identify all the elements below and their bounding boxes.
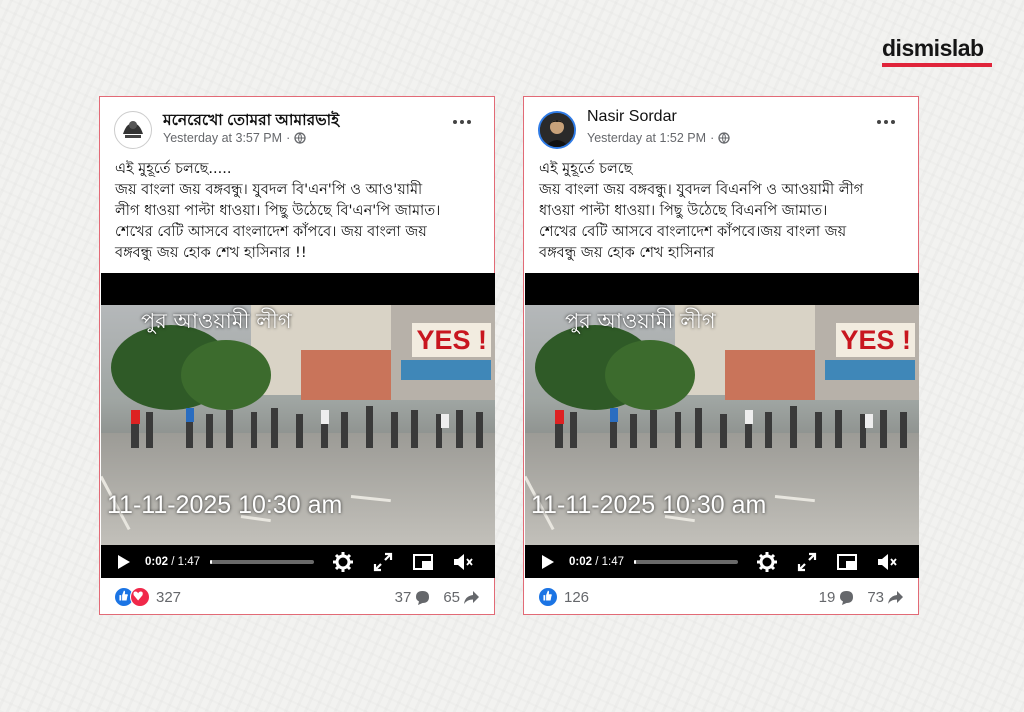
meta-separator: ·: [286, 131, 291, 145]
share-count: 65: [443, 588, 460, 606]
comment-count: 37: [394, 588, 412, 606]
reaction-count: 126: [564, 588, 590, 606]
post-text-line: এই মুহূর্তে চলছে.....: [115, 161, 232, 177]
avatar[interactable]: [114, 111, 152, 149]
video-progress-bar[interactable]: [210, 559, 315, 564]
comment-icon: [416, 590, 430, 605]
fullscreen-icon[interactable]: [796, 551, 818, 573]
muted-volume-icon[interactable]: [876, 551, 898, 573]
video-overlay-text: পুর আওয়ামী লীগ: [141, 309, 292, 333]
video-frame: পুর আওয়ামী লীগ YES ! 11-11-2025 10:30 a…: [525, 305, 919, 545]
like-reaction-icon: [538, 587, 558, 607]
post-meta: Yesterday at 3:57 PM ·: [163, 131, 306, 145]
video-time: 0:02 / 1:47: [145, 556, 200, 568]
play-icon[interactable]: [541, 554, 555, 570]
video-time: 0:02 / 1:47: [569, 556, 624, 568]
post-timestamp[interactable]: Yesterday at 3:57 PM: [163, 131, 282, 145]
facebook-post-card-1: মনেরেখো তোমরা আমারভাই Yesterday at 3:57 …: [99, 96, 495, 615]
video-duration: / 1:47: [171, 555, 201, 568]
post-text-line: জয় বাংলা জয় বঙ্গবন্ধু। যুবদল বি'এন'পি …: [115, 182, 423, 198]
comments-count-button[interactable]: 19: [819, 589, 856, 606]
avatar[interactable]: [538, 111, 576, 149]
crowd-scene: [555, 406, 907, 448]
globe-icon: [718, 132, 730, 144]
post-text-line: শেখের বেটি আসবে বাংলাদেশ কাঁপবে। জয় বাং…: [115, 224, 427, 240]
comments-count-button[interactable]: 37: [395, 589, 432, 606]
share-icon: [464, 590, 479, 604]
video-frame: পুর আওয়ামী লীগ YES ! 11-11-2025 10:30 a…: [101, 305, 495, 545]
video-date-stamp: 11-11-2025 10:30 am: [531, 491, 767, 519]
more-options-icon[interactable]: [452, 119, 472, 125]
globe-icon: [294, 132, 306, 144]
share-count: 73: [867, 588, 884, 606]
video-progress-fill: [210, 559, 213, 564]
video-overlay-text: পুর আওয়ামী লীগ: [565, 309, 716, 333]
video-controls: 0:02 / 1:47: [101, 545, 495, 578]
brand-underline: [882, 63, 992, 67]
video-player[interactable]: পুর আওয়ামী লীগ YES ! 11-11-2025 10:30 a…: [101, 273, 495, 578]
video-player[interactable]: পুর আওয়ামী লীগ YES ! 11-11-2025 10:30 a…: [525, 273, 919, 578]
meta-separator: ·: [710, 131, 715, 145]
comment-icon: [840, 590, 854, 605]
reactions[interactable]: 327: [114, 587, 181, 607]
share-icon: [888, 590, 903, 604]
picture-in-picture-icon[interactable]: [412, 551, 434, 573]
yes-sign: YES !: [836, 323, 915, 357]
post-text-line: শেখের বেটি আসবে বাংলাদেশ কাঁপবে।জয় বাংল…: [539, 224, 847, 240]
post-text-line: বঙ্গবন্ধু জয় হোক শেখ হাসিনার !!: [115, 245, 307, 261]
video-current-time: 0:02: [569, 555, 593, 568]
video-progress-fill: [634, 559, 637, 564]
post-timestamp[interactable]: Yesterday at 1:52 PM: [587, 131, 706, 145]
video-controls: 0:02 / 1:47: [525, 545, 919, 578]
post-engagement-bar: 327 37 65: [114, 585, 480, 609]
reaction-count: 327: [156, 588, 182, 606]
post-text-line: জয় বাংলা জয় বঙ্গবন্ধু। যুবদল বিএনপি ও …: [539, 182, 864, 198]
post-text-line: এই মুহূর্তে চলছে: [539, 161, 633, 177]
shares-count-button[interactable]: 73: [867, 589, 904, 606]
more-options-icon[interactable]: [876, 119, 896, 125]
yes-sign: YES !: [412, 323, 491, 357]
post-text: এই মুহূর্তে চলছে..... জয় বাংলা জয় বঙ্গ…: [115, 159, 485, 264]
brand-logo: dismislab: [882, 36, 994, 67]
play-icon[interactable]: [117, 554, 131, 570]
facebook-post-card-2: Nasir Sordar Yesterday at 1:52 PM · এই ম…: [523, 96, 919, 615]
video-current-time: 0:02: [145, 555, 169, 568]
post-text: এই মুহূর্তে চলছে জয় বাংলা জয় বঙ্গবন্ধু…: [539, 159, 909, 264]
picture-in-picture-icon[interactable]: [836, 551, 858, 573]
reactions[interactable]: 126: [538, 587, 589, 607]
post-text-line: বঙ্গবন্ধু জয় হোক শেখ হাসিনার: [539, 245, 715, 261]
video-date-stamp: 11-11-2025 10:30 am: [107, 491, 343, 519]
post-text-line: লীগ ধাওয়া পাল্টা ধাওয়া। পিছু উঠেছে বি'…: [115, 203, 441, 219]
post-meta: Yesterday at 1:52 PM ·: [587, 131, 730, 145]
author-name[interactable]: Nasir Sordar: [587, 108, 677, 126]
muted-volume-icon[interactable]: [452, 551, 474, 573]
video-duration: / 1:47: [595, 555, 625, 568]
settings-gear-icon[interactable]: [756, 551, 778, 573]
comment-count: 19: [818, 588, 836, 606]
crowd-scene: [131, 406, 483, 448]
fullscreen-icon[interactable]: [372, 551, 394, 573]
post-engagement-bar: 126 19 73: [538, 585, 904, 609]
video-progress-bar[interactable]: [634, 559, 739, 564]
settings-gear-icon[interactable]: [332, 551, 354, 573]
shares-count-button[interactable]: 65: [443, 589, 480, 606]
love-reaction-icon: [130, 587, 150, 607]
post-text-line: ধাওয়া পাল্টা ধাওয়া। পিছু উঠেছে বিএনপি …: [539, 203, 828, 219]
brand-name: dismislab: [882, 35, 984, 61]
